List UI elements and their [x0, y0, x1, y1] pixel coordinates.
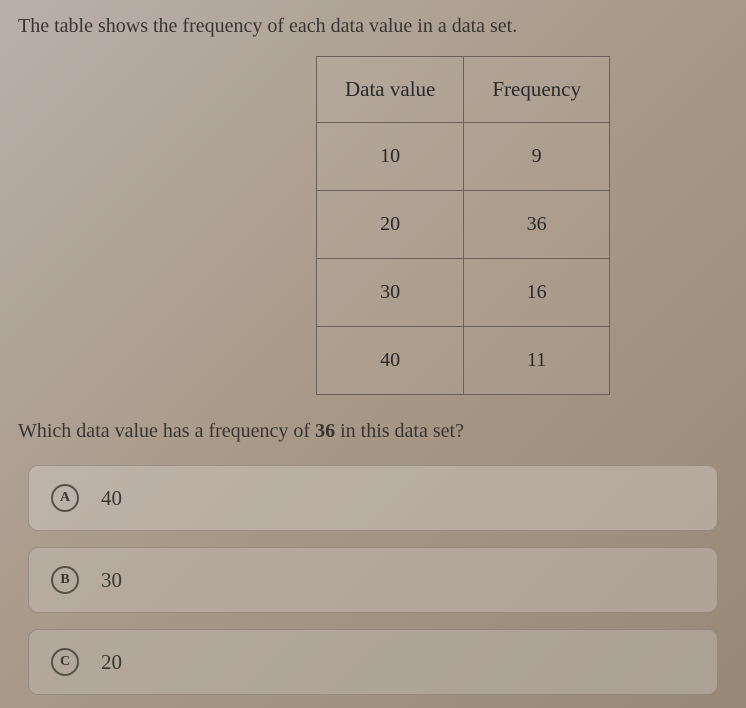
question-suffix: in this data set? [335, 420, 464, 442]
header-data-value: Data value [316, 57, 463, 123]
option-value: 40 [101, 486, 122, 511]
cell-freq: 36 [464, 191, 610, 259]
frequency-table-wrap: Data value Frequency 10 9 20 36 30 16 40… [10, 56, 736, 395]
option-a[interactable]: A 40 [28, 465, 718, 531]
frequency-table: Data value Frequency 10 9 20 36 30 16 40… [316, 56, 610, 395]
cell-freq: 16 [464, 259, 610, 327]
table-row: 10 9 [316, 123, 609, 191]
cell-value: 30 [316, 259, 463, 327]
option-letter-badge: C [51, 648, 79, 676]
option-value: 20 [101, 650, 122, 675]
header-frequency: Frequency [464, 57, 610, 123]
table-row: 40 11 [316, 327, 609, 395]
option-c[interactable]: C 20 [28, 629, 718, 695]
question-text: Which data value has a frequency of 36 i… [10, 420, 736, 443]
question-prefix: Which data value has a frequency of [18, 420, 315, 442]
option-letter-badge: A [51, 484, 79, 512]
table-row: 20 36 [316, 191, 609, 259]
cell-freq: 9 [464, 123, 610, 191]
question-bold-value: 36 [315, 420, 335, 442]
table-row: 30 16 [316, 259, 609, 327]
answer-options: A 40 B 30 C 20 [10, 465, 736, 695]
option-letter-badge: B [51, 566, 79, 594]
cell-value: 10 [316, 123, 463, 191]
table-header-row: Data value Frequency [316, 57, 609, 123]
option-b[interactable]: B 30 [28, 547, 718, 613]
cell-value: 40 [316, 327, 463, 395]
option-value: 30 [101, 568, 122, 593]
cell-value: 20 [316, 191, 463, 259]
prompt-text: The table shows the frequency of each da… [10, 15, 736, 38]
cell-freq: 11 [464, 327, 610, 395]
